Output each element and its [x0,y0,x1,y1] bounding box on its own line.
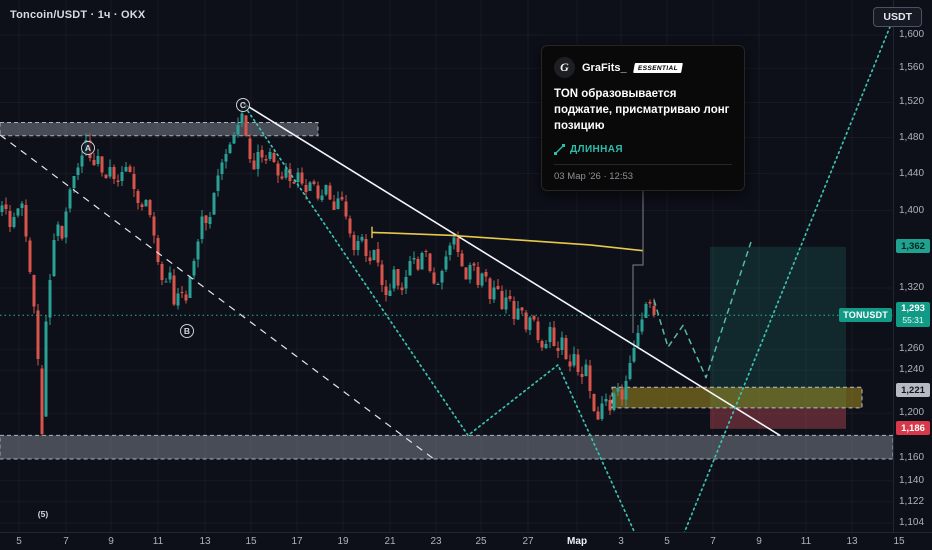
time-tick-label: 15 [893,536,905,547]
price-tick-label: 1,200 [899,407,925,418]
price-tick-label: 1,140 [899,475,925,486]
wave-label-A[interactable]: A [85,143,91,153]
currency-toggle-button[interactable]: USDT [873,7,922,27]
idea-direction: ДЛИННАЯ [554,143,732,155]
time-tick-label: 15 [245,536,257,547]
support-band-lower[interactable] [0,434,893,460]
bar-countdown: 55:31 [902,314,924,325]
wave-label-B[interactable]: B [184,326,190,336]
price-badge-target-level: 1,362 [896,239,930,253]
trading-chart-app: A B C (5) Toncoin/USDT · 1ч · OKX USDT 1,60… [0,0,932,550]
chart-canvas[interactable]: A B C (5) [0,0,932,550]
price-tick-label: 1,160 [899,452,925,463]
idea-direction-label: ДЛИННАЯ [570,143,623,155]
idea-callout-card[interactable]: G GraFits_ ESSENTIAL TON образовывается … [541,45,745,191]
time-tick-label: 27 [522,536,534,547]
time-tick-label: 9 [108,536,114,547]
time-tick-label: 13 [199,536,211,547]
price-badge-entry-level: 1,221 [896,383,930,397]
time-tick-label: 5 [664,536,670,547]
price-tick-label: 1,520 [899,96,925,107]
time-tick-label: 23 [430,536,442,547]
author-avatar[interactable]: G [554,57,575,78]
wave-label-5[interactable]: (5) [38,509,49,519]
price-tick-label: 1,122 [899,496,925,507]
time-tick-label: 7 [63,536,69,547]
entry-band[interactable] [611,386,863,409]
price-tick-label: 1,400 [899,205,925,216]
last-price-value: 1,293 [901,303,925,314]
time-tick-label: 3 [618,536,624,547]
trendline-icon [554,143,565,155]
time-tick-label: 19 [337,536,349,547]
price-tick-label: 1,560 [899,62,925,73]
time-tick-label: 25 [475,536,487,547]
price-tick-label: 1,600 [899,29,925,40]
time-tick-label: 11 [800,536,812,547]
price-badge-stop-level: 1,186 [896,421,930,435]
squeeze-curve[interactable] [371,231,644,252]
time-tick-label: 13 [846,536,858,547]
price-tick-label: 1,440 [899,168,925,179]
price-tick-label: 1,104 [899,517,925,528]
time-tick-label: 21 [384,536,396,547]
symbol-price-label: TONUSDT [839,308,892,322]
wave-label-C[interactable]: C [240,100,246,110]
last-price-badge: 1,293 55:31 [896,302,930,327]
price-axis[interactable]: 1,600 1,560 1,520 1,480 1,440 1,400 1,320 1,260… [893,0,932,532]
time-tick-label: 17 [291,536,303,547]
plot-area[interactable]: A B C (5) [0,0,893,550]
essential-badge: ESSENTIAL [632,62,683,73]
time-axis[interactable]: 5 7 9 11 13 15 17 19 21 23 25 27 Мар 3 5 7 9 11 13 15 [0,532,932,550]
idea-timestamp: 03 Мар '26 · 12:53 [554,170,634,182]
card-divider [554,163,732,165]
author-username[interactable]: GraFits_ [582,62,627,74]
time-tick-label: 7 [710,536,716,547]
time-tick-label: 5 [16,536,22,547]
price-tick-label: 1,320 [899,282,925,293]
price-tick-label: 1,480 [899,132,925,143]
symbol-title: Toncoin/USDT · 1ч · OKX [10,9,146,21]
idea-text: TON образовывается поджатие, присматрива… [554,88,730,132]
time-tick-label: Мар [566,536,588,547]
price-tick-label: 1,260 [899,343,925,354]
time-tick-label: 9 [756,536,762,547]
resistance-band-upper[interactable] [0,122,319,137]
price-tick-label: 1,240 [899,364,925,375]
time-tick-label: 11 [152,536,164,547]
